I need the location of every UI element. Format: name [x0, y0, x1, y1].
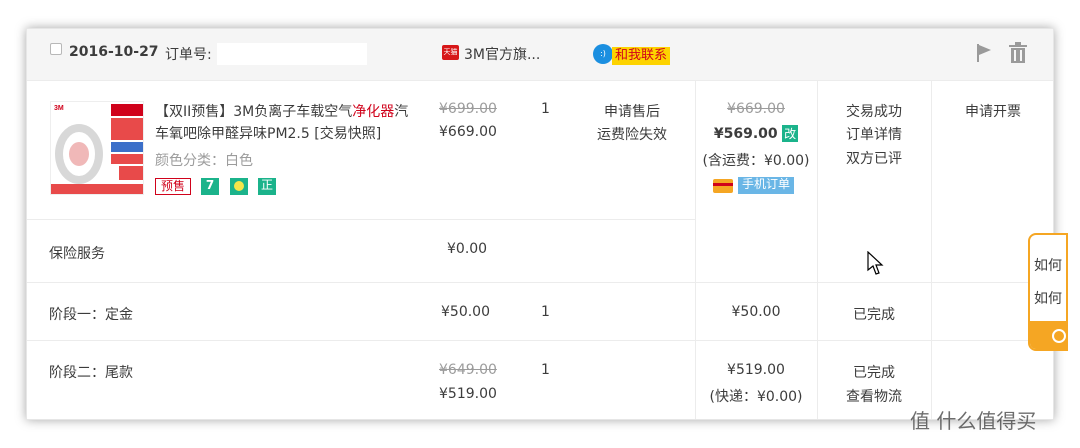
unit-price: ¥669.00	[439, 124, 497, 140]
chat-icon	[1052, 329, 1066, 343]
actual-total: ¥569.00 改	[713, 125, 799, 142]
stage1-price: ¥50.00	[441, 304, 490, 320]
order-number-redacted	[217, 43, 367, 65]
order-header: 2016-10-27 订单号: 天猫 3M官方旗... :) 和我联系	[27, 29, 1053, 81]
shop-name-link[interactable]: 3M官方旗...	[464, 44, 540, 64]
product-sku: 颜色分类：白色	[155, 153, 253, 169]
stage1-status: 已完成	[853, 307, 895, 323]
genuine-icon: 正	[258, 178, 276, 195]
row-divider	[27, 219, 695, 220]
order-detail-link[interactable]: 订单详情	[817, 124, 931, 144]
watermark: 值 什么值得买	[910, 409, 1037, 433]
stage2-total: ¥519.00	[727, 362, 785, 378]
stage1-total: ¥50.00	[731, 304, 781, 320]
side-help-panel[interactable]: 如何 如何	[1028, 233, 1068, 351]
quantity: 1	[541, 101, 550, 117]
seven-day-return-icon: 7	[201, 178, 219, 195]
side-help-footer[interactable]	[1030, 321, 1066, 349]
stage2-shipping: (快递：¥0.00)	[709, 389, 803, 405]
mobile-order-badge: 手机订单	[738, 177, 794, 194]
price-modified-badge: 改	[782, 125, 799, 142]
presale-tag: 预售	[155, 178, 191, 195]
stage2-quantity: 1	[541, 362, 550, 378]
view-logistics-link[interactable]: 查看物流	[817, 386, 931, 406]
order-date: 2016-10-27	[69, 44, 159, 60]
stage1-quantity: 1	[541, 304, 550, 320]
original-unit-price: ¥699.00	[439, 101, 497, 117]
order-number-label: 订单号:	[165, 47, 212, 63]
insurance-price: ¥0.00	[447, 241, 488, 257]
shipping-included: (含运费：¥0.00)	[702, 153, 810, 169]
tmall-icon: 天猫	[442, 45, 459, 60]
stage2-price: ¥519.00	[439, 386, 497, 402]
trade-status: 交易成功	[846, 104, 902, 120]
insurance-label: 保险服务	[49, 246, 105, 262]
stage2-original-price: ¥649.00	[439, 362, 497, 378]
product-title-line1[interactable]: 【双II预售】3M负离子车载空气净化器汽	[155, 101, 408, 121]
order-checkbox[interactable]	[50, 43, 62, 55]
row-divider	[27, 282, 1053, 283]
product-title-line2[interactable]: 车氧吧除甲醛异味PM2.5 [交易快照]	[155, 123, 381, 143]
card-icon	[713, 179, 733, 193]
review-status: 双方已评	[846, 151, 902, 167]
freight-insurance-status: 运费险失效	[597, 127, 667, 143]
service-icon	[230, 178, 248, 195]
stage2-status: 已完成	[853, 365, 895, 381]
side-help-item[interactable]: 如何	[1034, 255, 1062, 275]
flag-icon[interactable]	[975, 43, 993, 63]
stage1-label: 阶段一：定金	[49, 307, 133, 323]
order-card: 2016-10-27 订单号: 天猫 3M官方旗... :) 和我联系 3M 【…	[26, 28, 1054, 420]
column-divider	[931, 81, 932, 419]
apply-invoice-link[interactable]: 申请开票	[931, 101, 1053, 121]
delete-icon[interactable]	[1008, 42, 1028, 64]
original-total: ¥669.00	[727, 101, 785, 117]
wangwang-icon[interactable]: :)	[593, 44, 613, 64]
apply-aftersale-link[interactable]: 申请售后	[587, 101, 677, 121]
product-image[interactable]: 3M	[50, 101, 144, 195]
side-help-item[interactable]: 如何	[1034, 288, 1062, 308]
stage2-label: 阶段二：尾款	[49, 365, 133, 381]
contact-seller-button[interactable]: 和我联系	[612, 47, 671, 65]
row-divider	[27, 340, 1053, 341]
mouse-cursor-icon	[867, 251, 884, 275]
svg-text:3M: 3M	[54, 105, 64, 112]
